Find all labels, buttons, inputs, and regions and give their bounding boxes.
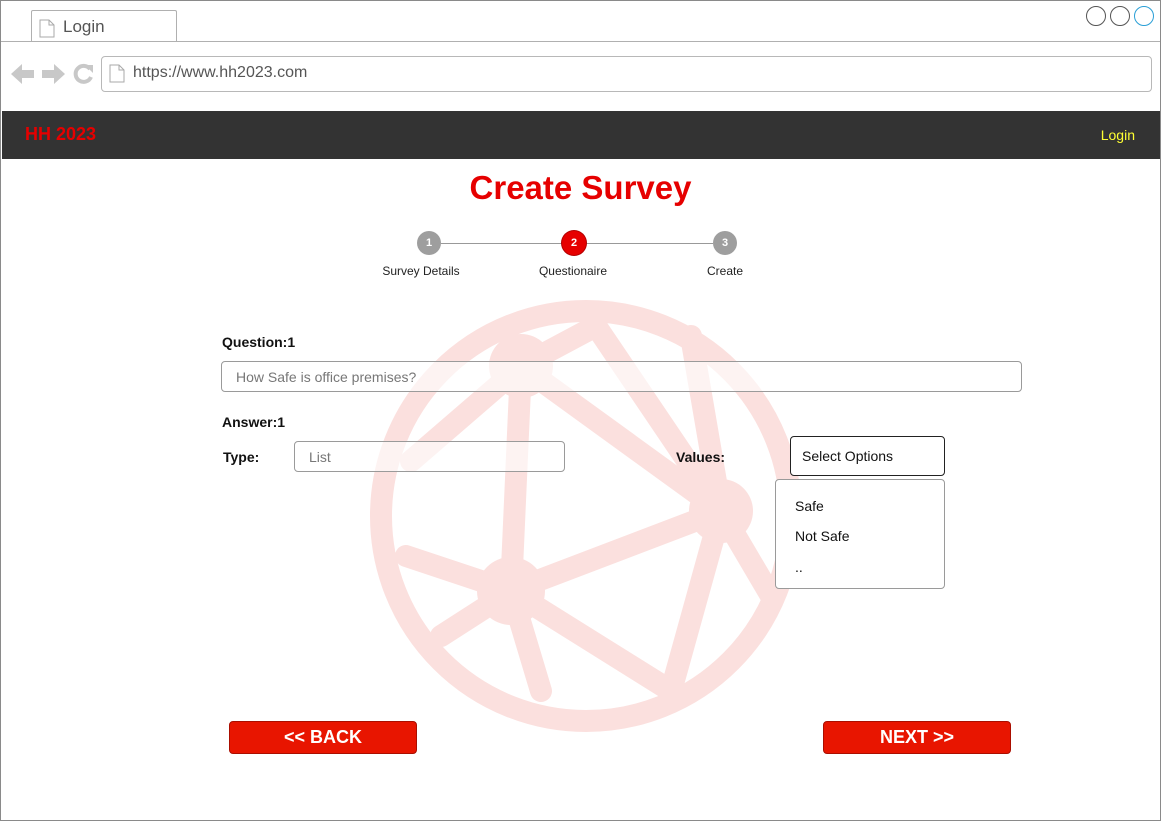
page-icon (39, 19, 55, 43)
question-label: Question:1 (222, 334, 296, 350)
values-label: Values: (676, 449, 726, 465)
answer-label: Answer:1 (222, 414, 286, 430)
step-1-label: Survey Details (382, 264, 460, 278)
values-select[interactable]: Select Options (790, 436, 945, 476)
step-2-indicator[interactable]: 2 (562, 231, 586, 255)
app-header: HH 2023 Login (2, 111, 1160, 159)
step-connector (441, 243, 562, 244)
next-button[interactable]: NEXT >> (823, 721, 1011, 754)
step-2-label: Questionaire (538, 264, 608, 278)
type-label: Type: (223, 449, 260, 465)
address-bar[interactable]: https://www.hh2023.com (101, 56, 1152, 92)
step-connector (586, 243, 713, 244)
login-link[interactable]: Login (1101, 127, 1135, 143)
window-minimize-button[interactable] (1086, 6, 1106, 26)
url-text: https://www.hh2023.com (133, 64, 308, 81)
brand-logo[interactable]: HH 2023 (25, 124, 96, 145)
browser-tab[interactable]: Login (31, 10, 177, 42)
reload-icon[interactable] (72, 63, 94, 90)
tab-title: Login (63, 17, 105, 36)
dropdown-option-safe[interactable]: Safe (795, 498, 824, 514)
tab-divider (1, 41, 1160, 42)
type-input[interactable]: List (294, 441, 565, 472)
values-dropdown-menu: Safe Not Safe .. (775, 479, 945, 589)
dropdown-option-not-safe[interactable]: Not Safe (795, 528, 849, 544)
browser-window: Login https://www.hh2023.com HH 2023 Log… (0, 0, 1161, 821)
back-arrow-icon[interactable] (11, 63, 35, 90)
window-close-button[interactable] (1134, 6, 1154, 26)
question-input[interactable]: How Safe is office premises? (221, 361, 1022, 392)
page-title: Create Survey (469, 169, 692, 206)
step-3-label: Create (706, 264, 744, 278)
step-3-indicator[interactable]: 3 (713, 231, 737, 255)
step-1-indicator[interactable]: 1 (417, 231, 441, 255)
forward-arrow-icon[interactable] (41, 63, 65, 90)
page-icon (109, 64, 125, 88)
dropdown-option-more[interactable]: .. (795, 559, 803, 575)
window-maximize-button[interactable] (1110, 6, 1130, 26)
back-button[interactable]: << BACK (229, 721, 417, 754)
